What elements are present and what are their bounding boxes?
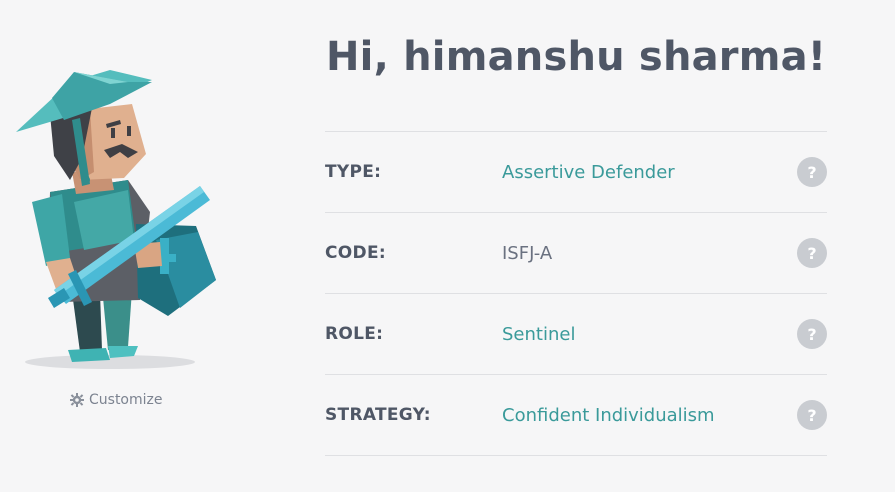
trait-label: STRATEGY: xyxy=(325,405,431,425)
avatar xyxy=(10,62,225,377)
question-mark-icon[interactable]: ? xyxy=(797,157,827,187)
customize-link[interactable]: Customize xyxy=(70,392,163,408)
trait-row-strategy: STRATEGY: Confident Individualism ? xyxy=(325,375,827,456)
personality-traits-table: TYPE: Assertive Defender ? CODE: ISFJ-A … xyxy=(325,131,827,456)
question-mark-icon[interactable]: ? xyxy=(797,319,827,349)
trait-label: ROLE: xyxy=(325,324,384,344)
trait-label: CODE: xyxy=(325,243,386,263)
trait-row-role: ROLE: Sentinel ? xyxy=(325,294,827,375)
gear-icon xyxy=(70,393,84,407)
page-title: Hi, himanshu sharma! xyxy=(326,34,827,80)
trait-label: TYPE: xyxy=(325,162,382,182)
trait-value: ISFJ-A xyxy=(502,242,553,264)
question-mark-icon[interactable]: ? xyxy=(797,238,827,268)
question-mark-icon[interactable]: ? xyxy=(797,400,827,430)
trait-row-code: CODE: ISFJ-A ? xyxy=(325,213,827,294)
trait-value[interactable]: Assertive Defender xyxy=(502,162,675,183)
trait-value[interactable]: Sentinel xyxy=(502,324,575,345)
trait-value[interactable]: Confident Individualism xyxy=(502,405,715,426)
defender-character-illustration xyxy=(16,70,216,369)
trait-row-type: TYPE: Assertive Defender ? xyxy=(325,132,827,213)
customize-label: Customize xyxy=(89,392,163,408)
